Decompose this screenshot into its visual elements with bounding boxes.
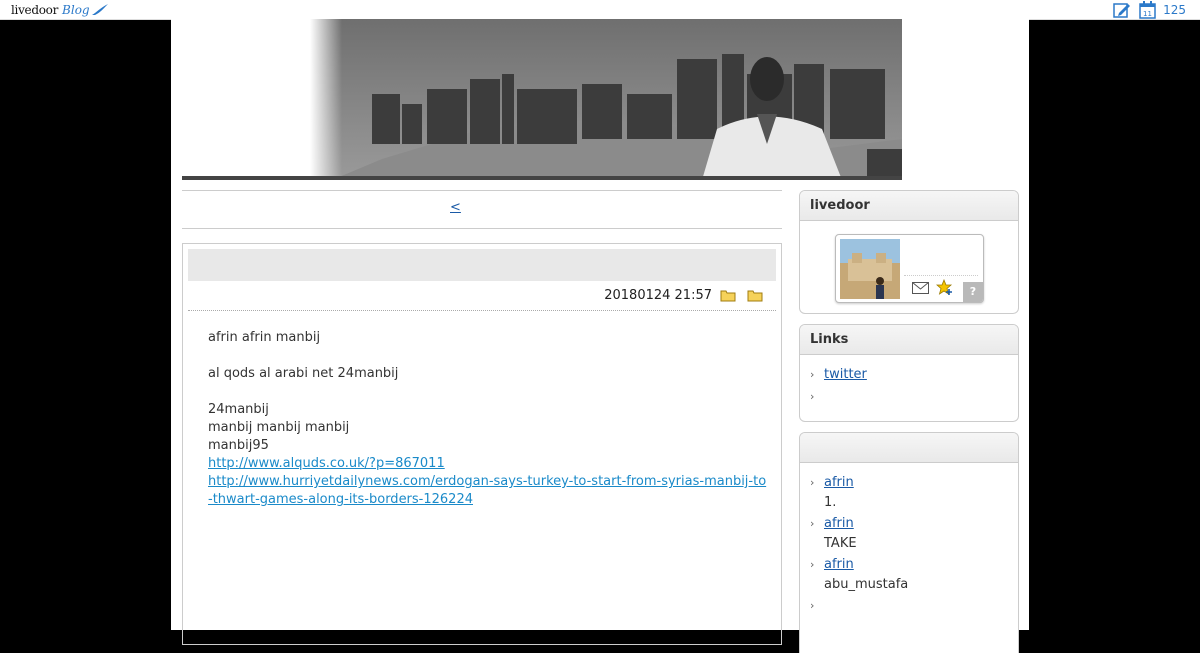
edit-icon[interactable] — [1113, 2, 1131, 19]
favorite-star-icon[interactable] — [936, 279, 953, 296]
recent-article-item: › afrin 1. — [810, 473, 1018, 513]
calendar-icon[interactable]: 11 — [1139, 1, 1157, 19]
profile-card: ? — [835, 234, 984, 303]
body-line: al qods al arabi net 24manbij — [208, 366, 399, 381]
help-icon[interactable]: ? — [963, 282, 983, 302]
brand-main-text: livedoor — [11, 2, 59, 17]
livedoor-top-bar: livedoor Blog 11 125 — [0, 0, 1200, 20]
recent-article-item: › afrin TAKE — [810, 514, 1018, 554]
recent-box-title — [800, 433, 1018, 463]
prev-page-link[interactable]: < — [450, 200, 461, 215]
recent-article-link[interactable]: afrin — [824, 516, 854, 531]
pagination-bar: < — [182, 190, 782, 229]
links-box-title: Links — [800, 325, 1018, 355]
body-line: afrin afrin manbij — [208, 330, 321, 345]
brand-sub-text: Blog — [62, 2, 90, 17]
arrow-right-icon: › — [810, 558, 815, 571]
notification-count[interactable]: 125 — [1163, 3, 1186, 17]
body-line: manbij95 — [208, 438, 269, 453]
body-line: 24manbij — [208, 402, 269, 417]
list-item: › twitter — [810, 365, 1018, 386]
swallow-logo-icon — [91, 3, 108, 15]
folder-icon[interactable] — [747, 289, 763, 302]
article-title-bar — [188, 249, 776, 281]
article: 20180124 21:57 afrin afrin manbij al qod… — [182, 243, 782, 645]
recent-article-excerpt: TAKE — [824, 536, 857, 551]
arrow-right-icon: › — [810, 390, 815, 403]
livedoor-blog-logo[interactable]: livedoor Blog — [11, 0, 109, 19]
blog-header-image[interactable] — [182, 19, 902, 180]
link-twitter[interactable]: twitter — [824, 367, 867, 382]
article-body: afrin afrin manbij al qods al arabi net … — [208, 329, 768, 509]
arrow-right-icon: › — [810, 368, 815, 381]
recent-article-excerpt: 1. — [824, 495, 837, 510]
profile-box-title: livedoor — [800, 191, 1018, 221]
recent-article-item: › — [810, 596, 1018, 617]
arrow-right-icon: › — [810, 476, 815, 489]
blog-page: < 20180124 21:57 afrin afrin manbij al q… — [171, 19, 1029, 653]
arrow-right-icon: › — [810, 599, 815, 612]
profile-avatar[interactable] — [840, 239, 900, 299]
recent-article-excerpt: abu_mustafa — [824, 577, 909, 592]
folder-icon[interactable] — [720, 289, 736, 302]
mail-icon[interactable] — [912, 282, 929, 294]
links-box: Links › twitter › — [799, 324, 1019, 422]
list-item: › — [810, 387, 1018, 408]
article-datetime: 20180124 21:57 — [604, 288, 712, 303]
arrow-right-icon: › — [810, 517, 815, 530]
body-line: manbij manbij manbij — [208, 420, 350, 435]
calendar-day-text: 11 — [1143, 10, 1152, 18]
recent-article-link[interactable]: afrin — [824, 557, 854, 572]
profile-box: livedoor ? — [799, 190, 1019, 314]
recent-article-item: › afrin abu_mustafa — [810, 555, 1018, 595]
recent-article-link[interactable]: afrin — [824, 475, 854, 490]
article-link[interactable]: http://www.alquds.co.uk/?p=867011 — [208, 456, 445, 471]
article-link[interactable]: http://www.hurriyetdailynews.com/erdogan… — [208, 474, 766, 507]
article-meta: 20180124 21:57 — [188, 284, 776, 311]
recent-articles-box: › afrin 1. › afrin TAKE › afrin abu_must… — [799, 432, 1019, 653]
